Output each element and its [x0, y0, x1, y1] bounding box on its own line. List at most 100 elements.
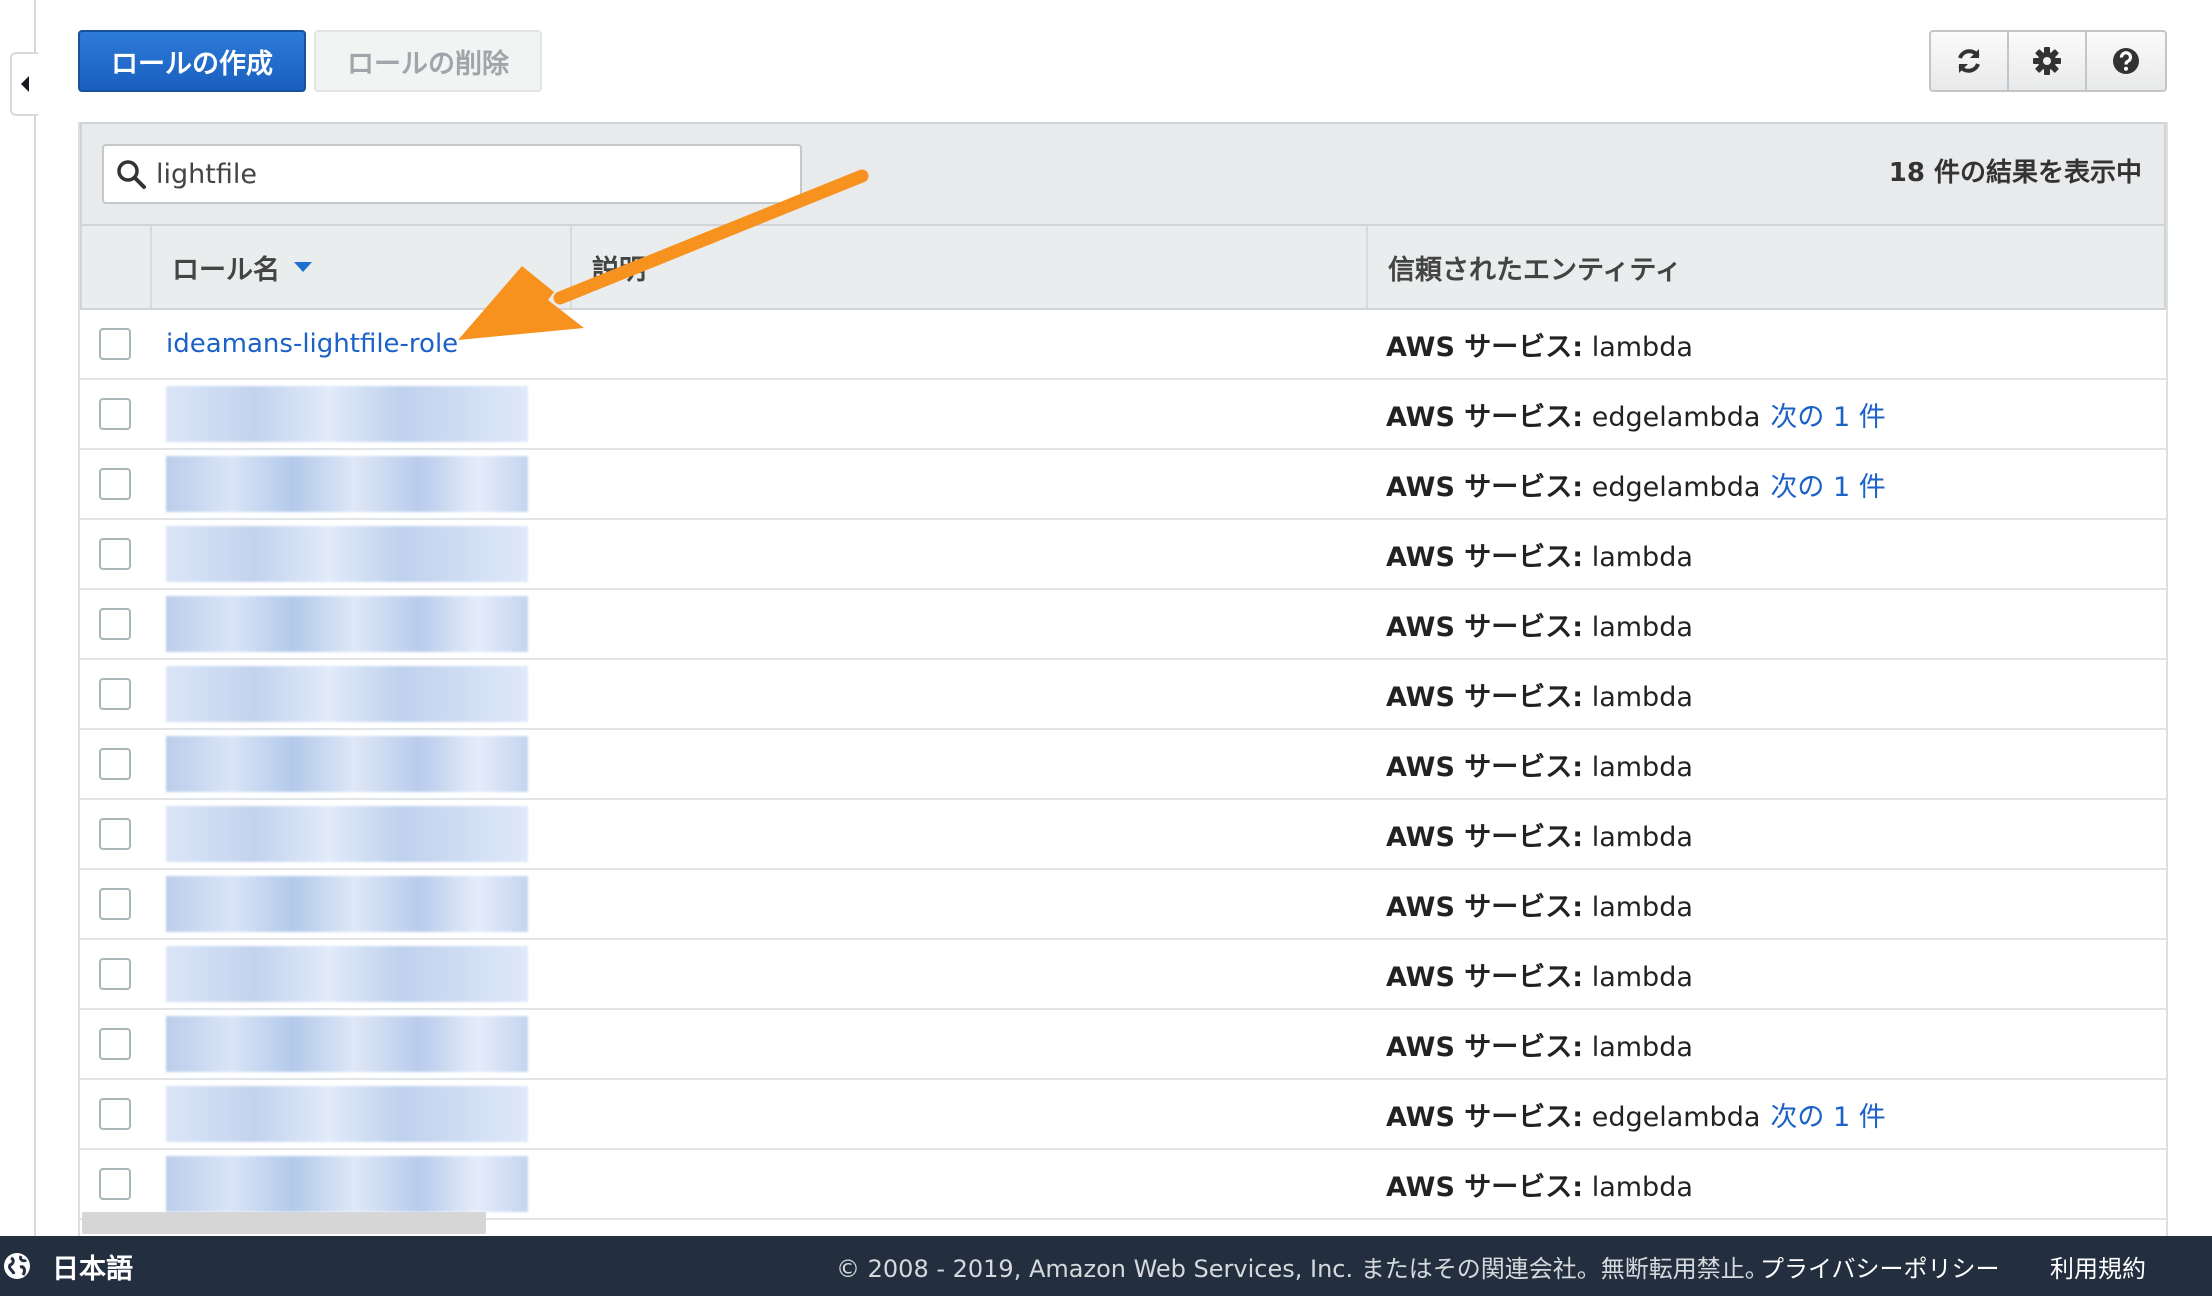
- row-checkbox[interactable]: [99, 1028, 131, 1060]
- role-name-cell: [150, 386, 570, 442]
- globe-icon: [4, 1253, 30, 1279]
- delete-role-button[interactable]: ロールの削除: [314, 30, 542, 92]
- table-row[interactable]: AWS サービス: edgelambda 次の 1 件: [80, 450, 2166, 520]
- redacted-role-name: [166, 666, 528, 722]
- trusted-entity-cell: AWS サービス: lambda: [1366, 1025, 2166, 1064]
- column-header-role-name-label: ロール名: [172, 254, 280, 286]
- column-header-description[interactable]: 説明: [572, 226, 1368, 308]
- row-select-cell: [80, 398, 150, 430]
- trusted-entity-cell: AWS サービス: edgelambda 次の 1 件: [1366, 465, 2166, 504]
- row-select-cell: [80, 608, 150, 640]
- row-checkbox[interactable]: [99, 1168, 131, 1200]
- role-name-cell: [150, 736, 570, 792]
- entity-service-name: lambda: [1591, 611, 1693, 643]
- trusted-entity-cell: AWS サービス: lambda: [1366, 535, 2166, 574]
- redacted-role-name: [166, 876, 528, 932]
- entity-type-label: AWS サービス:: [1386, 1171, 1584, 1203]
- role-name-cell: [150, 1156, 570, 1212]
- more-entities-link[interactable]: 次の 1 件: [1770, 1102, 1885, 1133]
- role-name-cell: [150, 1016, 570, 1072]
- help-button[interactable]: [2087, 32, 2165, 90]
- table-row[interactable]: AWS サービス: lambda: [80, 590, 2166, 660]
- sidebar-toggle-button[interactable]: [10, 52, 38, 116]
- table-body: ideamans-lightfile-role AWS サービス: lambda A…: [80, 310, 2166, 1220]
- language-selector[interactable]: 日本語: [2, 1247, 133, 1286]
- entity-service-name: edgelambda: [1591, 401, 1761, 433]
- table-row[interactable]: AWS サービス: lambda: [80, 1010, 2166, 1080]
- trusted-entity-cell: AWS サービス: lambda: [1366, 955, 2166, 994]
- trusted-entity-cell: AWS サービス: lambda: [1366, 745, 2166, 784]
- entity-type-label: AWS サービス:: [1386, 1101, 1584, 1133]
- redacted-role-name: [166, 456, 528, 512]
- entity-type-label: AWS サービス:: [1386, 541, 1584, 573]
- row-checkbox[interactable]: [99, 888, 131, 920]
- entity-type-label: AWS サービス:: [1386, 961, 1584, 993]
- role-name-cell: [150, 596, 570, 652]
- more-entities-link[interactable]: 次の 1 件: [1770, 402, 1885, 433]
- table-header: ロール名 説明 信頼されたエンティティ: [80, 224, 2166, 310]
- create-role-button[interactable]: ロールの作成: [78, 30, 306, 92]
- table-row[interactable]: AWS サービス: lambda: [80, 660, 2166, 730]
- row-checkbox[interactable]: [99, 818, 131, 850]
- row-select-cell: [80, 1098, 150, 1130]
- roles-table-panel: 18 件の結果を表示中 ロール名 説明 信頼されたエンティティ ideamans…: [78, 122, 2168, 1236]
- table-row[interactable]: AWS サービス: lambda: [80, 800, 2166, 870]
- row-select-cell: [80, 328, 150, 360]
- row-checkbox[interactable]: [99, 958, 131, 990]
- table-row[interactable]: AWS サービス: edgelambda 次の 1 件: [80, 380, 2166, 450]
- search-box[interactable]: [102, 144, 802, 204]
- table-row[interactable]: AWS サービス: lambda: [80, 520, 2166, 590]
- trusted-entity-cell: AWS サービス: lambda: [1366, 815, 2166, 854]
- table-row[interactable]: AWS サービス: lambda: [80, 730, 2166, 800]
- language-label: 日本語: [52, 1253, 133, 1285]
- search-input[interactable]: [156, 158, 776, 190]
- entity-service-name: lambda: [1591, 1031, 1693, 1063]
- table-row[interactable]: AWS サービス: lambda: [80, 940, 2166, 1010]
- terms-link[interactable]: 利用規約: [2050, 1249, 2146, 1284]
- settings-button[interactable]: [2009, 32, 2087, 90]
- redacted-role-name: [166, 596, 528, 652]
- table-row[interactable]: ideamans-lightfile-role AWS サービス: lambda: [80, 310, 2166, 380]
- entity-service-name: lambda: [1591, 891, 1693, 923]
- trusted-entity-cell: AWS サービス: lambda: [1366, 675, 2166, 714]
- search-icon: [117, 160, 146, 189]
- caret-left-icon: [21, 76, 29, 92]
- table-row[interactable]: AWS サービス: lambda: [80, 1150, 2166, 1220]
- row-checkbox[interactable]: [99, 748, 131, 780]
- entity-service-name: lambda: [1591, 541, 1693, 573]
- row-checkbox[interactable]: [99, 608, 131, 640]
- gear-icon: [2033, 47, 2061, 75]
- column-header-role-name[interactable]: ロール名: [152, 226, 572, 308]
- role-name-cell: [150, 666, 570, 722]
- entity-type-label: AWS サービス:: [1386, 681, 1584, 713]
- table-row[interactable]: AWS サービス: edgelambda 次の 1 件: [80, 1080, 2166, 1150]
- entity-type-label: AWS サービス:: [1386, 891, 1584, 923]
- redacted-role-name: [166, 736, 528, 792]
- row-checkbox[interactable]: [99, 1098, 131, 1130]
- privacy-policy-link[interactable]: プライバシーポリシー: [1760, 1249, 2000, 1284]
- role-name-link[interactable]: ideamans-lightfile-role: [166, 329, 458, 359]
- refresh-icon: [1958, 49, 1980, 73]
- horizontal-scrollbar[interactable]: [82, 1212, 486, 1234]
- copyright-text: © 2008 - 2019, Amazon Web Services, Inc.…: [836, 1254, 1769, 1283]
- column-header-trusted-entity[interactable]: 信頼されたエンティティ: [1368, 226, 2164, 308]
- table-row[interactable]: AWS サービス: lambda: [80, 870, 2166, 940]
- row-checkbox[interactable]: [99, 398, 131, 430]
- row-select-cell: [80, 468, 150, 500]
- row-checkbox[interactable]: [99, 328, 131, 360]
- column-header-description-label: 説明: [592, 254, 646, 286]
- entity-type-label: AWS サービス:: [1386, 611, 1584, 643]
- more-entities-link[interactable]: 次の 1 件: [1770, 472, 1885, 503]
- row-select-cell: [80, 1028, 150, 1060]
- entity-type-label: AWS サービス:: [1386, 1031, 1584, 1063]
- trusted-entity-cell: AWS サービス: lambda: [1366, 1165, 2166, 1204]
- row-select-cell: [80, 538, 150, 570]
- refresh-button[interactable]: [1931, 32, 2009, 90]
- row-checkbox[interactable]: [99, 538, 131, 570]
- entity-service-name: lambda: [1591, 681, 1693, 713]
- row-select-cell: [80, 1168, 150, 1200]
- column-header-trusted-entity-label: 信頼されたエンティティ: [1388, 254, 1682, 286]
- role-name-cell: [150, 526, 570, 582]
- row-checkbox[interactable]: [99, 678, 131, 710]
- row-checkbox[interactable]: [99, 468, 131, 500]
